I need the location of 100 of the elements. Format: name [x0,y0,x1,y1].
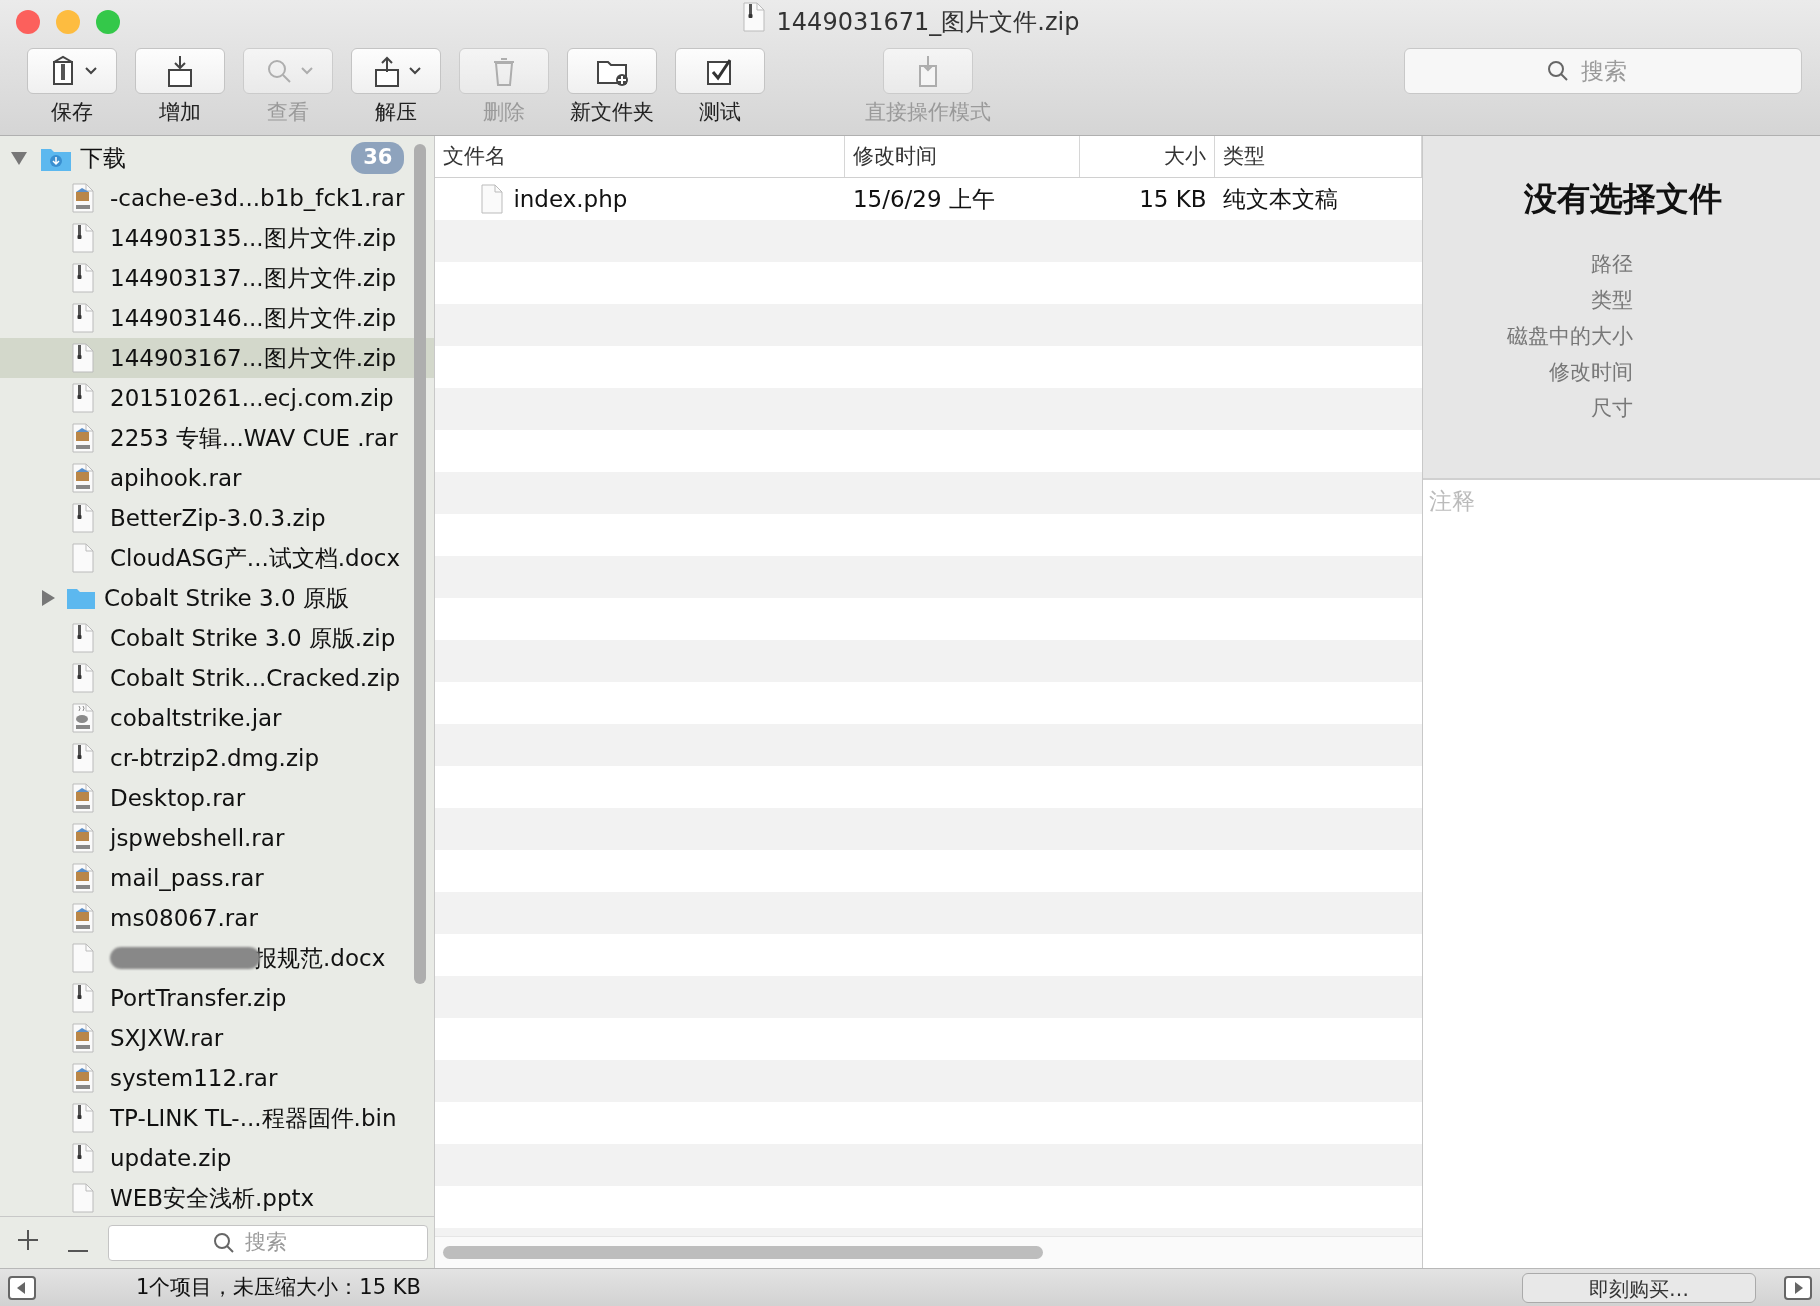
rar-file-icon [70,783,96,813]
rar-file-icon [70,903,96,933]
sidebar-item[interactable]: 201510261...ecj.com.zip [0,378,435,418]
zip-file-icon [70,503,96,533]
toolbar-label: 新文件夹 [570,99,654,126]
file-name: Cobalt Strike 3.0 原版 [104,583,349,613]
sidebar-item[interactable]: CloudASG产...试文档.docx [0,538,435,578]
table-cell-text: index.php [513,184,628,214]
rar-file-icon [70,463,96,493]
file-name: cr-btrzip2.dmg.zip [110,743,319,773]
panel-toggle-icon [8,1275,36,1300]
file-name: Cobalt Strik...Cracked.zip [110,663,401,693]
toolbar-label: 查看 [267,99,309,126]
file-name: system112.rar [110,1063,278,1093]
scrollbar-thumb[interactable] [443,1246,1044,1259]
column-header[interactable]: 修改时间 [844,136,1080,177]
sidebar-item[interactable]: mail_pass.rar [0,858,435,898]
file-name: mail_pass.rar [110,863,264,893]
sidebar-item[interactable]: Cobalt Strike 3.0 原版 [0,578,435,618]
info-label: 修改时间 [1549,358,1634,386]
toolbar-label: 删除 [483,99,525,126]
zip-file-icon [70,263,96,293]
search-icon [1547,60,1569,82]
file-name: update.zip [110,1143,232,1173]
column-header[interactable]: 类型 [1214,136,1423,177]
panel-toggle-icon [1784,1275,1812,1300]
toolbar-button[interactable] [567,48,657,94]
info-label: 路径 [1591,250,1634,278]
window-title: 1449031671_图片文件.zip [776,7,1080,38]
sidebar-item[interactable]: system112.rar [0,1058,435,1098]
buy-button[interactable]: 即刻购买… [1522,1272,1756,1303]
sidebar-item[interactable]: -cache-e3d...b1b_fck1.rar [0,178,435,218]
sidebar-item[interactable]: TP-LINK TL-...程器固件.bin [0,1098,435,1138]
notes-field[interactable]: 注释 [1423,480,1820,1268]
sidebar-item[interactable]: cobaltstrike.jar [0,698,435,738]
file-name: jspwebshell.rar [110,823,285,853]
sidebar-item[interactable]: jspwebshell.rar [0,818,435,858]
rar-file-icon [70,423,96,453]
info-label: 尺寸 [1591,394,1634,422]
sidebar-item[interactable]: ms08067.rar [0,898,435,938]
toolbar-label: 保存 [51,99,93,126]
document-icon [70,543,96,573]
sidebar-item[interactable]: cr-btrzip2.dmg.zip [0,738,435,778]
zip-file-icon [70,223,96,253]
sidebar-item[interactable]: 144903167...图片文件.zip [0,338,435,378]
file-name: Cobalt Strike 3.0 原版.zip [110,623,396,653]
disclosure-triangle-icon[interactable] [10,149,28,167]
panel-toggle-button[interactable] [1784,1275,1812,1300]
sidebar-item[interactable]: Cobalt Strik...Cracked.zip [0,658,435,698]
folder-name[interactable]: 下载 [80,140,126,176]
sidebar-item[interactable]: BetterZip-3.0.3.zip [0,498,435,538]
toolbar-label: 解压 [375,99,417,126]
toolbar-button[interactable] [27,48,117,94]
toolbar-button[interactable] [351,48,441,94]
file-name: -cache-e3d...b1b_fck1.rar [110,183,405,213]
rar-file-icon [70,1023,96,1053]
sidebar-item[interactable]: WEB安全浅析.pptx [0,1178,435,1216]
document-icon [479,184,506,214]
table-cell-text: 15 KB [1139,184,1207,214]
search-field[interactable]: 搜索 [1579,52,1659,90]
file-name: BetterZip-3.0.3.zip [110,503,326,533]
file-name: Desktop.rar [110,783,246,813]
minus-icon [66,1249,90,1252]
info-label: 类型 [1591,286,1634,314]
info-label: 磁盘中的大小 [1507,322,1634,350]
file-name: apihook.rar [110,463,242,493]
zip-file-icon [70,663,96,693]
sidebar-item[interactable]: apihook.rar [0,458,435,498]
plus-icon [16,1227,40,1252]
sidebar-item[interactable]: 144903137...图片文件.zip [0,258,435,298]
column-header[interactable]: 文件名 [435,136,845,177]
toolbar-button[interactable] [135,48,225,94]
sidebar-item[interactable]: 2253 专辑...WAV CUE .rar [0,418,435,458]
file-name: 2253 专辑...WAV CUE .rar [110,423,398,453]
toolbar-button[interactable] [675,48,765,94]
sidebar-item[interactable]: Desktop.rar [0,778,435,818]
sidebar-item[interactable]: 144903135...图片文件.zip [0,218,435,258]
file-name: 144903167...图片文件.zip [110,343,396,373]
sidebar-item[interactable]: SXJXW.rar [0,1018,435,1058]
sidebar-item[interactable]: Cobalt Strike 3.0 原版.zip [0,618,435,658]
zip-file-icon [70,303,96,333]
zip-file-icon [70,743,96,773]
rar-file-icon [70,1063,96,1093]
column-header[interactable]: 大小 [1079,136,1215,177]
table-cell-text: 纯文本文稿 [1222,184,1338,214]
document-icon [70,943,96,973]
zip-file-icon [70,983,96,1013]
rar-file-icon [70,183,96,213]
scrollbar-thumb[interactable] [414,144,427,984]
sidebar-item[interactable]: 144903146...图片文件.zip [0,298,435,338]
jar-file-icon [70,703,96,733]
sidebar-toggle-button[interactable] [8,1275,36,1300]
toolbar-label: 增加 [159,99,201,126]
file-name: 144903146...图片文件.zip [110,303,396,333]
sidebar-item[interactable]: update.zip [0,1138,435,1178]
file-name: 144903135...图片文件.zip [110,223,396,253]
toolbar-label: 测试 [699,99,741,126]
info-title: 没有选择文件 [1524,178,1723,220]
sidebar-item[interactable]: PortTransfer.zip [0,978,435,1018]
zip-file-icon [70,343,96,373]
